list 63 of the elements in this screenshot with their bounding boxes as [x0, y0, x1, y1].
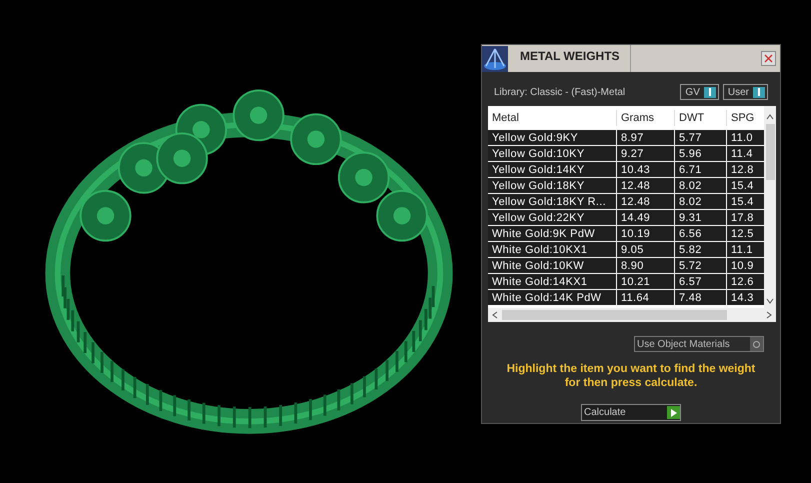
table-cell: 7.48 — [674, 290, 726, 305]
table-cell: 14.49 — [616, 210, 674, 225]
calculate-button[interactable]: Calculate — [581, 404, 681, 421]
table-cell: 5.72 — [674, 258, 726, 273]
table-cell-text: Yellow Gold:14KY — [491, 163, 586, 177]
table-cell-text: Yellow Gold:22KY — [491, 211, 586, 225]
column-header[interactable]: Metal — [488, 110, 616, 126]
table-cell: 12.48 — [616, 194, 674, 209]
table-cell: 10.21 — [616, 274, 674, 289]
table-cell: 12.6 — [726, 274, 762, 289]
table-cell: 15.4 — [726, 178, 762, 193]
table-cell: 5.96 — [674, 146, 726, 161]
table-cell: 11.0 — [726, 130, 762, 145]
table-cell-text: Yellow Gold:10KY — [491, 147, 586, 161]
column-header[interactable]: DWT — [674, 110, 726, 126]
table-cell-text: White Gold:10KW — [491, 259, 585, 273]
window-title: METAL WEIGHTS — [520, 48, 621, 65]
table-cell: 11.64 — [616, 290, 674, 305]
table-cell: 10.19 — [616, 226, 674, 241]
table-cell: 9.31 — [674, 210, 726, 225]
table-cell: 10.9 — [726, 258, 762, 273]
table-cell-text: White Gold:10KX1 — [491, 243, 588, 257]
play-icon — [670, 408, 676, 416]
pyramid-icon — [482, 46, 508, 72]
table-cell: 12.5 — [726, 226, 762, 241]
table-cell-text: White Gold:14K PdW — [491, 291, 602, 305]
close-icon — [764, 54, 773, 63]
column-header[interactable]: Grams — [616, 110, 674, 126]
table-cell: 5.77 — [674, 130, 726, 145]
table-cell-text: Yellow Gold:18KY — [491, 179, 586, 193]
table-cell: 10.43 — [616, 162, 674, 177]
hint-text: Highlight the item you want to find the weight for then press calculate. — [506, 362, 756, 390]
toggle-button[interactable]: User — [722, 84, 768, 100]
table-cell: 12.48 — [616, 178, 674, 193]
scrollbar-thumb[interactable] — [766, 124, 774, 180]
table-cell: 6.56 — [674, 226, 726, 241]
table-cell: 6.57 — [674, 274, 726, 289]
close-button[interactable] — [761, 51, 776, 66]
table-cell: 8.97 — [616, 130, 674, 145]
table-cell: 11.4 — [726, 146, 762, 161]
table-cell: 9.05 — [616, 242, 674, 257]
table-cell: 17.8 — [726, 210, 762, 225]
table-cell: 11.1 — [726, 242, 762, 257]
table-cell: 9.27 — [616, 146, 674, 161]
table-cell-text: Yellow Gold:9KY — [491, 131, 580, 145]
scrollbar-thumb[interactable] — [502, 310, 727, 320]
column-header[interactable]: SPG — [726, 110, 762, 126]
table-cell-text: Yellow Gold:18KY R... — [491, 195, 607, 209]
table-cell: 15.4 — [726, 194, 762, 209]
library-label: Library: Classic - (Fast)-Metal — [494, 86, 626, 100]
table-cell: 8.02 — [674, 194, 726, 209]
table-cell: 5.82 — [674, 242, 726, 257]
table-cell: 12.8 — [726, 162, 762, 177]
use-object-materials-toggle[interactable]: Use Object Materials — [634, 336, 764, 352]
table-cell-text: White Gold:9K PdW — [491, 227, 596, 241]
table-cell: 8.02 — [674, 178, 726, 193]
table-cell: 8.90 — [616, 258, 674, 273]
table-cell: 6.71 — [674, 162, 726, 177]
vertical-scrollbar[interactable] — [764, 106, 776, 308]
toggle-button[interactable]: GV — [680, 84, 719, 100]
horizontal-scrollbar[interactable] — [488, 308, 776, 322]
table-cell-text: White Gold:14KX1 — [491, 275, 588, 289]
table-cell: 14.3 — [726, 290, 762, 305]
